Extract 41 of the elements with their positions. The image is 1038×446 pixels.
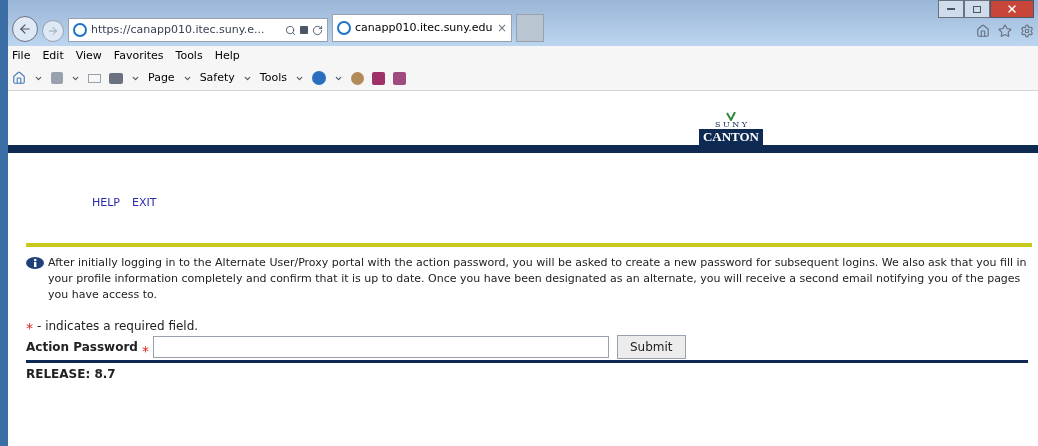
close-window-button[interactable] [990,0,1034,18]
nav-link[interactable]: EXIT [132,195,157,243]
maximize-button[interactable] [964,0,990,18]
menu-item[interactable]: Favorites [113,47,164,65]
menu-item[interactable]: Edit [42,47,64,65]
close-icon [1006,3,1018,15]
refresh-icon[interactable] [312,24,323,36]
settings-icon[interactable] [1020,24,1034,38]
browser-tab[interactable]: canapp010.itec.suny.edu × [332,14,512,42]
browser-logo-icon [73,23,87,37]
info-message: After initially logging in to the Alternate User/Proxy portal with the action password, you will be asked to create a new password for subsequent logins. We also ask that you fill in your profile information completely and confirm that it is up to date. Once you have been designated as an alternate, you will receive a second email notifying you of the pages you have access to. [48,255,1028,303]
toolbar-menu-button[interactable]: Tools [259,69,287,87]
menu-item[interactable]: Help [214,47,240,65]
college-logo: S U N Y CANTON [698,111,763,145]
home-icon[interactable] [12,71,26,85]
info-icon [26,257,44,269]
browser-logo-icon [337,21,351,35]
forward-icon[interactable] [42,20,64,42]
star-icon[interactable] [998,24,1012,38]
field-label: Action Password [26,339,138,356]
menu-item[interactable]: File [12,47,31,65]
toolbar-menu-button[interactable]: Page [148,69,175,87]
lock-icon [300,26,308,34]
toolbar-menu-button[interactable]: Safety [199,69,235,87]
password-field[interactable] [152,336,609,358]
required-asterisk-icon: * [26,321,33,335]
required-field-note: - indicates a required field. [37,318,199,335]
home-icon[interactable] [976,24,990,38]
menu-item[interactable]: Tools [175,47,203,65]
submit-button[interactable]: Submit [616,335,686,359]
leaf-icon [725,111,736,121]
search-icon[interactable] [285,24,296,36]
minimize-button[interactable] [938,0,964,18]
menu-item[interactable]: View [75,47,102,65]
required-asterisk-icon: * [141,344,149,358]
back-icon[interactable] [12,16,38,42]
mail-icon[interactable] [88,73,101,83]
nav-link[interactable]: HELP [92,195,120,243]
release-version: RELEASE: 8.7 [26,366,117,383]
address-bar[interactable]: https://canapp010.itec.suny.e... [68,18,328,42]
close-tab-button[interactable]: × [496,19,507,37]
